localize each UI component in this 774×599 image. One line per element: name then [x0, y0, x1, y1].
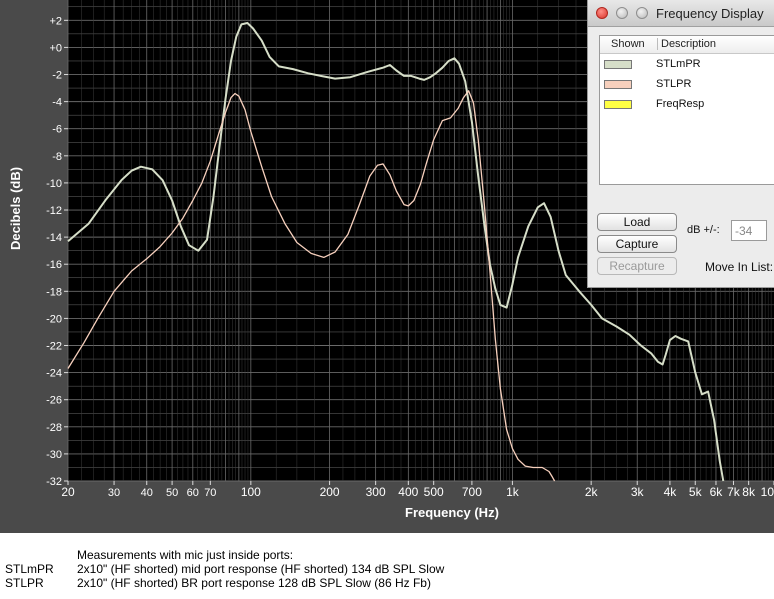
x-tick-label: 7k	[727, 485, 741, 499]
series-color-swatch[interactable]	[604, 60, 632, 69]
y-tick-label: -6	[52, 124, 62, 136]
db-range-label: dB +/-:	[687, 224, 720, 236]
series-color-swatch[interactable]	[604, 100, 632, 109]
y-tick-label: -14	[46, 232, 62, 244]
note-series-description: 2x10" (HF shorted) BR port response 128 …	[77, 576, 431, 590]
close-window-icon[interactable]	[596, 7, 608, 19]
x-tick-label: 100	[241, 485, 261, 499]
series-label: STLmPR	[656, 58, 701, 70]
column-header-description[interactable]: Description	[657, 38, 716, 50]
capture-button[interactable]: Capture	[597, 235, 677, 253]
x-tick-label: 40	[141, 487, 153, 499]
zoom-window-icon[interactable]	[636, 7, 648, 19]
y-tick-label: -4	[52, 97, 62, 109]
x-tick-label: 70	[204, 487, 216, 499]
note-series-name: STLPR	[5, 576, 44, 590]
frequency-display-dialog: Frequency Display Shown Description STLm…	[587, 0, 774, 288]
y-tick-label: +0	[49, 42, 62, 54]
y-axis-label: Decibels (dB)	[8, 166, 23, 250]
y-tick-label: -20	[46, 313, 62, 325]
series-row-freqresp[interactable]: FreqResp	[600, 96, 774, 116]
y-tick-label: -26	[46, 395, 62, 407]
y-tick-label: -18	[46, 286, 62, 298]
y-tick-label: -32	[46, 476, 62, 488]
y-tick-label: -22	[46, 341, 62, 353]
x-tick-label: 3k	[631, 485, 645, 499]
minimize-window-icon[interactable]	[616, 7, 628, 19]
x-tick-label: 10	[761, 485, 774, 499]
y-tick-label: -24	[46, 368, 62, 380]
x-tick-label: 300	[366, 485, 386, 499]
x-tick-label: 2k	[585, 485, 599, 499]
y-tick-label: -8	[52, 151, 62, 163]
notes-heading: Measurements with mic just inside ports:	[77, 548, 294, 562]
x-tick-label: 5k	[689, 485, 703, 499]
series-list[interactable]: Shown Description STLmPR STLPR FreqResp	[599, 35, 774, 185]
column-header-shown[interactable]: Shown	[611, 38, 645, 50]
x-axis-ticks: 20 30 40 50 60 70 100 200 300 400 500 700 1k 2k 3k 4k 5k…	[61, 481, 774, 499]
x-tick-label: 60	[187, 487, 199, 499]
series-color-swatch[interactable]	[604, 80, 632, 89]
y-tick-label: -10	[46, 178, 62, 190]
series-label: FreqResp	[656, 98, 705, 110]
y-tick-label: -12	[46, 205, 62, 217]
y-tick-label: -28	[46, 422, 62, 434]
note-series-description: 2x10" (HF shorted) mid port response (HF…	[77, 562, 445, 576]
x-tick-label: 700	[462, 485, 482, 499]
dialog-titlebar[interactable]: Frequency Display	[588, 0, 774, 27]
x-tick-label: 1k	[506, 485, 520, 499]
y-axis-ticks: +2 +0 -2 -4 -6 -8 -10 -12 -14 -16 -18 -20 -22 -24 -26 -…	[46, 15, 68, 488]
load-button[interactable]: Load	[597, 213, 677, 231]
recapture-button[interactable]: Recapture	[597, 257, 677, 275]
series-row-stlpr[interactable]: STLPR	[600, 76, 774, 96]
y-tick-label: +2	[49, 15, 62, 27]
x-tick-label: 500	[424, 485, 444, 499]
x-tick-label: 8k	[742, 485, 756, 499]
x-tick-label: 20	[61, 485, 75, 499]
x-tick-label: 30	[108, 487, 120, 499]
dialog-title: Frequency Display	[656, 6, 764, 21]
series-list-header: Shown Description	[600, 36, 774, 54]
y-tick-label: -30	[46, 449, 62, 461]
x-tick-label: 4k	[664, 485, 678, 499]
series-label: STLPR	[656, 78, 692, 90]
note-series-name: STLmPR	[5, 562, 54, 576]
x-tick-label: 400	[398, 485, 418, 499]
y-tick-label: -2	[52, 70, 62, 82]
x-axis-label: Frequency (Hz)	[405, 505, 499, 520]
x-tick-label: 6k	[710, 485, 724, 499]
series-row-stlmpr[interactable]: STLmPR	[600, 56, 774, 76]
move-in-list-label: Move In List:	[705, 260, 774, 274]
x-tick-label: 200	[320, 485, 340, 499]
y-tick-label: -16	[46, 259, 62, 271]
x-tick-label: 50	[166, 487, 178, 499]
db-range-input[interactable]	[731, 220, 767, 241]
